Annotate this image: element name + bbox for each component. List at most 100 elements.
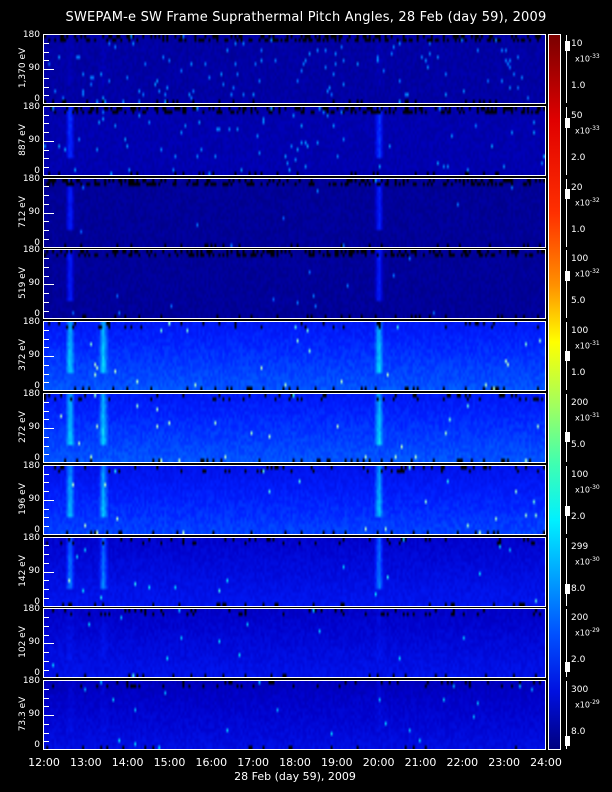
y-tick-mark [44, 526, 49, 528]
colorbar-max: 200 [571, 398, 589, 408]
y-tick-mark [44, 571, 54, 573]
colorbar-min: 8.0 [571, 583, 586, 594]
energy-label: 272 eV [18, 411, 28, 443]
heatmap-cells [44, 106, 545, 175]
y-tick-mark [44, 706, 49, 708]
heatmap-cells [44, 465, 545, 534]
colorbar-level-marker [565, 583, 570, 594]
y-tick-mark [44, 634, 49, 636]
colorbar-max: 100 [571, 469, 589, 480]
energy-label: 142 eV [18, 554, 28, 587]
y-tick-mark [44, 42, 49, 44]
spectrogram-panel-3 [43, 249, 546, 320]
y-tick-mark [44, 491, 49, 493]
colorbar-level-marker [565, 736, 570, 747]
heatmap-cells [44, 681, 545, 750]
chart-title: SWEPAM-e SW Frame Suprathermal Pitch Ang… [65, 10, 547, 25]
y-tick-mark [44, 338, 49, 340]
y-tick-mark [44, 741, 49, 743]
colorbar-min: 1.0 [571, 224, 586, 235]
colorbar-level-marker [565, 351, 570, 362]
colorbar-max: 100 [571, 254, 589, 265]
spectrogram-panel-0 [43, 34, 546, 104]
y-tick-mark [44, 454, 49, 456]
colorbar-multiplier: x10-31 [575, 412, 600, 423]
y-tick-mark [44, 382, 49, 384]
colorbar-scale: 20 x10-32 1.0 [565, 178, 612, 247]
colorbar-level-marker [565, 506, 570, 517]
x-tick-label: 17:00 [237, 756, 270, 769]
colorbar-multiplier: x10-33 [575, 53, 600, 64]
y-tick-mark [44, 60, 49, 62]
y-tick-mark [44, 482, 49, 484]
colorbar-multiplier: x10-33 [575, 124, 600, 136]
y-tick-mark [44, 597, 49, 599]
energy-label: 73.3 eV [18, 696, 28, 732]
energy-label: 1,370 eV [18, 47, 28, 89]
y-tick-mark [44, 293, 49, 295]
y-tick-mark [44, 617, 49, 619]
colorbar-level-marker [565, 189, 570, 200]
y-tick-mark [44, 401, 49, 403]
y-tick-mark [44, 158, 49, 160]
spectrogram-panel-6 [43, 464, 546, 535]
colorbar-max: 50 [571, 110, 583, 121]
y-tick-mark [44, 697, 49, 699]
y-tick-mark [44, 562, 49, 564]
colorbar-min: 2.0 [571, 511, 586, 522]
colorbar-scale: 299 x10-30 8.0 [565, 537, 612, 606]
y-tick-label: 90 [28, 565, 40, 576]
colorbar-level-marker [565, 270, 570, 281]
spectrogram-panel-4 [43, 321, 546, 392]
colorbar-scale: 300 x10-29 8.0 [565, 681, 612, 750]
y-tick-mark [44, 221, 49, 223]
y-tick-mark [44, 347, 49, 349]
colorbar-max: 20 [571, 182, 583, 193]
y-tick-mark [44, 517, 49, 519]
y-tick-label: 90 [28, 206, 40, 217]
x-tick-label: 13:00 [69, 756, 102, 769]
x-tick-label: 22:00 [446, 756, 479, 769]
y-tick-label: 90 [28, 278, 40, 289]
colorbar-max: 10 [571, 39, 583, 49]
colorbar-scale: 100 x10-31 1.0 [565, 322, 612, 391]
y-tick-mark [44, 445, 49, 447]
y-tick-mark [44, 301, 49, 303]
x-tick-label: 24:00 [530, 756, 562, 769]
colorbar-scale: 100 x10-30 2.0 [565, 465, 612, 534]
y-tick-mark [44, 364, 49, 366]
colorbar-min: 8.0 [571, 727, 586, 738]
colorbar-max: 299 [571, 541, 589, 552]
energy-label: 712 eV [18, 195, 28, 228]
heatmap-cells [44, 250, 545, 319]
y-tick-mark [44, 95, 49, 97]
x-tick-label: 15:00 [153, 756, 186, 769]
x-tick-label: 16:00 [195, 756, 228, 769]
colorbar-min: 5.0 [571, 440, 586, 450]
colorbar-scale: 50 x10-33 2.0 [565, 106, 612, 175]
y-tick-mark [44, 195, 49, 197]
y-tick-mark [44, 428, 54, 429]
colorbar-min: 2.0 [571, 152, 586, 163]
x-tick-label: 20:00 [362, 756, 395, 769]
y-tick-mark [44, 508, 49, 510]
y-tick-mark [44, 715, 54, 717]
colorbar-multiplier: x10-32 [575, 196, 600, 208]
y-tick-mark [44, 123, 49, 125]
energy-label: 887 eV [18, 123, 28, 156]
y-tick-mark [44, 723, 49, 725]
x-tick-label: 14:00 [111, 756, 144, 769]
colorbar-min: 1.0 [571, 368, 586, 379]
x-tick-label: 23:00 [488, 756, 521, 769]
y-tick-mark [44, 284, 54, 286]
energy-label: 519 eV [18, 267, 28, 300]
heatmap-cells [44, 35, 545, 103]
y-tick-mark [44, 186, 49, 188]
energy-label: 372 eV [18, 339, 28, 372]
x-tick-label: 19:00 [320, 756, 353, 769]
y-tick-mark [44, 589, 49, 591]
heatmap-cells [44, 178, 545, 247]
colorbar-min: 1.0 [571, 81, 586, 91]
colorbar-multiplier: x10-30 [575, 555, 600, 567]
y-tick-mark [44, 275, 49, 277]
